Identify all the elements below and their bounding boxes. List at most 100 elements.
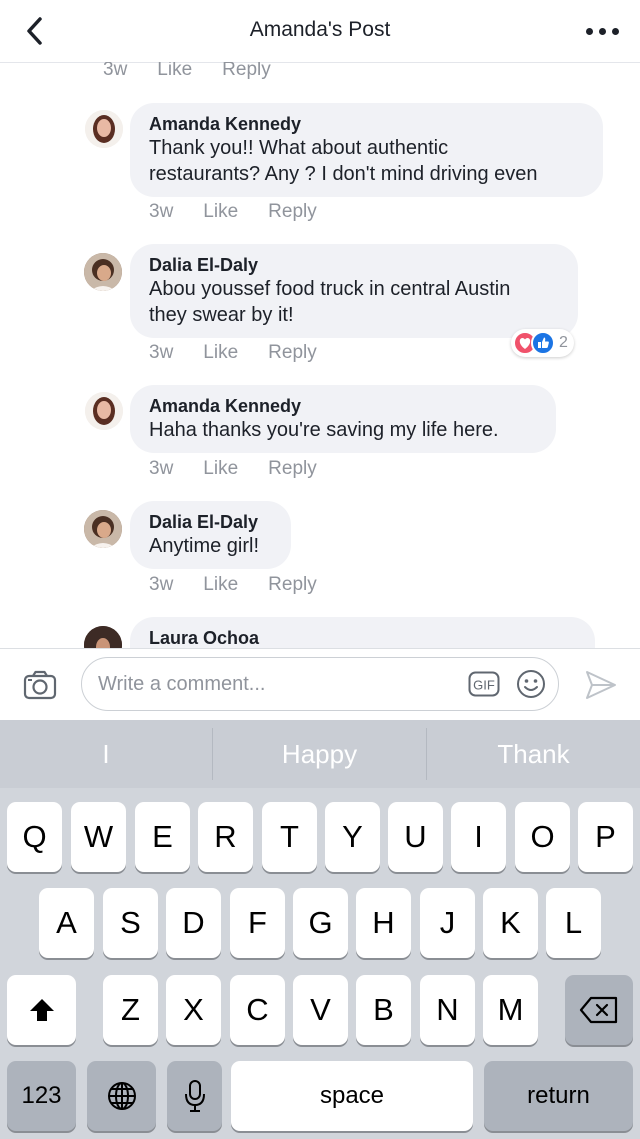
like-reaction-icon bbox=[531, 331, 555, 355]
key-s[interactable]: S bbox=[103, 888, 158, 958]
key-l[interactable]: L bbox=[546, 888, 601, 958]
comment-bubble[interactable]: Amanda Kennedy Thank you!! What about au… bbox=[130, 103, 603, 197]
reaction-summary[interactable]: 2 bbox=[511, 329, 574, 357]
comment-time: 3w bbox=[103, 62, 128, 80]
comment-author[interactable]: Amanda Kennedy bbox=[149, 395, 536, 417]
return-key[interactable]: return bbox=[484, 1061, 633, 1131]
comment-bubble[interactable]: Laura Ochoa bbox=[130, 617, 595, 648]
comment-time: 3w bbox=[149, 201, 174, 222]
comment-field[interactable]: GIF bbox=[81, 657, 559, 711]
comment-author[interactable]: Amanda Kennedy bbox=[149, 113, 583, 135]
key-v[interactable]: V bbox=[293, 975, 348, 1045]
key-y[interactable]: Y bbox=[325, 802, 380, 872]
avatar-amanda-image bbox=[85, 110, 123, 148]
key-m[interactable]: M bbox=[483, 975, 538, 1045]
key-g[interactable]: G bbox=[293, 888, 348, 958]
comment-list[interactable]: 3w Like Reply Amanda Kennedy Thank you!! W… bbox=[0, 62, 640, 648]
comment-author[interactable]: Dalia El-Daly bbox=[149, 511, 271, 533]
avatar[interactable] bbox=[84, 626, 122, 648]
globe-key[interactable] bbox=[87, 1061, 156, 1131]
comment-text: Anytime girl! bbox=[149, 535, 260, 557]
comment-text: Haha thanks you're saving my life here. bbox=[149, 419, 499, 441]
numbers-key[interactable]: 123 bbox=[7, 1061, 76, 1131]
key-e[interactable]: E bbox=[135, 802, 190, 872]
avatar-dalia-image bbox=[84, 510, 122, 548]
reply-link[interactable]: Reply bbox=[268, 342, 317, 363]
comment-author[interactable]: Dalia El-Daly bbox=[149, 254, 558, 276]
comment-meta: 3w Like Reply bbox=[103, 62, 301, 81]
emoji-icon[interactable] bbox=[516, 669, 546, 699]
key-f[interactable]: F bbox=[230, 888, 285, 958]
suggestion-item[interactable]: Happy bbox=[213, 720, 426, 788]
reply-link[interactable]: Reply bbox=[268, 201, 317, 222]
comment-meta: 3w Like Reply bbox=[149, 574, 347, 596]
comment-bubble[interactable]: Amanda Kennedy Haha thanks you're saving… bbox=[130, 385, 556, 453]
key-p[interactable]: P bbox=[578, 802, 633, 872]
key-q[interactable]: Q bbox=[7, 802, 62, 872]
camera-icon[interactable] bbox=[23, 670, 57, 700]
shift-key[interactable] bbox=[7, 975, 76, 1045]
avatar[interactable] bbox=[85, 110, 123, 148]
key-d[interactable]: D bbox=[166, 888, 221, 958]
key-n[interactable]: N bbox=[420, 975, 475, 1045]
avatar[interactable] bbox=[84, 510, 122, 548]
comment-author[interactable]: Laura Ochoa bbox=[149, 627, 575, 648]
comment-time: 3w bbox=[149, 574, 174, 595]
space-key[interactable]: space bbox=[231, 1061, 473, 1131]
key-u[interactable]: U bbox=[388, 802, 443, 872]
key-c[interactable]: C bbox=[230, 975, 285, 1045]
key-w[interactable]: W bbox=[71, 802, 126, 872]
avatar-laura-image bbox=[84, 626, 122, 648]
keyboard: I Happy Thank Q W E R T Y U I O P A S D … bbox=[0, 720, 640, 1139]
comment-bubble[interactable]: Dalia El-Daly Abou youssef food truck in… bbox=[130, 244, 578, 338]
like-link[interactable]: Like bbox=[157, 62, 192, 80]
globe-icon bbox=[108, 1082, 136, 1110]
key-j[interactable]: J bbox=[420, 888, 475, 958]
suggestion-item[interactable]: Thank bbox=[427, 720, 640, 788]
suggestion-item[interactable]: I bbox=[0, 720, 212, 788]
reply-link[interactable]: Reply bbox=[268, 574, 317, 595]
key-t[interactable]: T bbox=[262, 802, 317, 872]
gif-label: GIF bbox=[473, 678, 495, 693]
comment-input[interactable] bbox=[98, 668, 458, 700]
more-icon[interactable] bbox=[586, 28, 620, 36]
key-z[interactable]: Z bbox=[103, 975, 158, 1045]
reply-link[interactable]: Reply bbox=[268, 458, 317, 479]
gif-icon[interactable]: GIF bbox=[468, 671, 500, 697]
like-link[interactable]: Like bbox=[203, 458, 238, 479]
comment-text: they swear by it! bbox=[149, 304, 294, 326]
comment-meta: 3w Like Reply bbox=[149, 458, 347, 480]
avatar[interactable] bbox=[84, 253, 122, 291]
avatar-amanda-image bbox=[85, 392, 123, 430]
backspace-key[interactable] bbox=[565, 975, 633, 1045]
send-icon[interactable] bbox=[584, 669, 618, 701]
backspace-icon bbox=[579, 996, 618, 1024]
predictive-bar: I Happy Thank bbox=[0, 720, 640, 788]
microphone-key[interactable] bbox=[167, 1061, 222, 1131]
key-r[interactable]: R bbox=[198, 802, 253, 872]
comment-meta: 3w Like Reply bbox=[149, 201, 347, 223]
key-o[interactable]: O bbox=[515, 802, 570, 872]
comment-meta: 3w Like Reply bbox=[149, 342, 347, 364]
like-link[interactable]: Like bbox=[203, 201, 238, 222]
reaction-count: 2 bbox=[559, 334, 568, 351]
avatar-dalia-image bbox=[84, 253, 122, 291]
microphone-icon bbox=[185, 1080, 205, 1112]
avatar[interactable] bbox=[85, 392, 123, 430]
comment-composer: GIF bbox=[0, 648, 640, 721]
shift-icon bbox=[30, 999, 54, 1021]
key-b[interactable]: B bbox=[356, 975, 411, 1045]
header: Amanda's Post bbox=[0, 0, 640, 63]
key-a[interactable]: A bbox=[39, 888, 94, 958]
reply-link[interactable]: Reply bbox=[222, 62, 271, 80]
key-x[interactable]: X bbox=[166, 975, 221, 1045]
like-link[interactable]: Like bbox=[203, 574, 238, 595]
comment-time: 3w bbox=[149, 342, 174, 363]
comment-time: 3w bbox=[149, 458, 174, 479]
like-link[interactable]: Like bbox=[203, 342, 238, 363]
comment-text: Thank you!! What about authentic bbox=[149, 137, 449, 159]
key-k[interactable]: K bbox=[483, 888, 538, 958]
key-i[interactable]: I bbox=[451, 802, 506, 872]
comment-bubble[interactable]: Dalia El-Daly Anytime girl! bbox=[130, 501, 291, 569]
key-h[interactable]: H bbox=[356, 888, 411, 958]
